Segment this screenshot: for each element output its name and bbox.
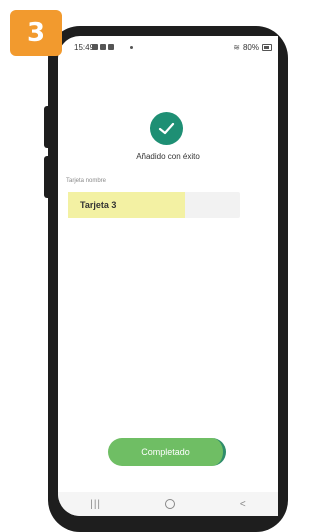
- image-icon: [92, 44, 98, 50]
- battery-level: 80%: [242, 43, 259, 52]
- android-nav-bar: ||| <: [58, 492, 278, 516]
- mute-icon: [108, 44, 114, 50]
- card-name-value: Tarjeta 3: [80, 200, 117, 210]
- notification-icons: [92, 44, 114, 50]
- phone-screen: 15:49 ≋ 80% Añadido con éxito Tarjeta no…: [58, 36, 278, 516]
- recent-apps-icon[interactable]: |||: [90, 499, 101, 510]
- complete-button[interactable]: Completado: [108, 438, 226, 466]
- home-icon[interactable]: [165, 499, 176, 509]
- card-name-label: Tarjeta nombre: [66, 178, 107, 184]
- status-right: ≋ 80%: [233, 43, 272, 52]
- battery-icon: [262, 44, 272, 51]
- card-name-field[interactable]: Tarjeta 3: [68, 192, 240, 218]
- success-check-icon: [150, 112, 183, 145]
- volume-button: [44, 156, 54, 198]
- dot-icon: [130, 46, 133, 49]
- step-badge: 3: [10, 10, 62, 56]
- success-message: Añadido con éxito: [136, 152, 200, 161]
- wifi-icon: ≋: [233, 43, 240, 52]
- status-bar: 15:49 ≋ 80%: [58, 36, 278, 58]
- back-icon[interactable]: <: [240, 499, 246, 510]
- power-button: [44, 106, 54, 148]
- sim-icon: [100, 44, 106, 50]
